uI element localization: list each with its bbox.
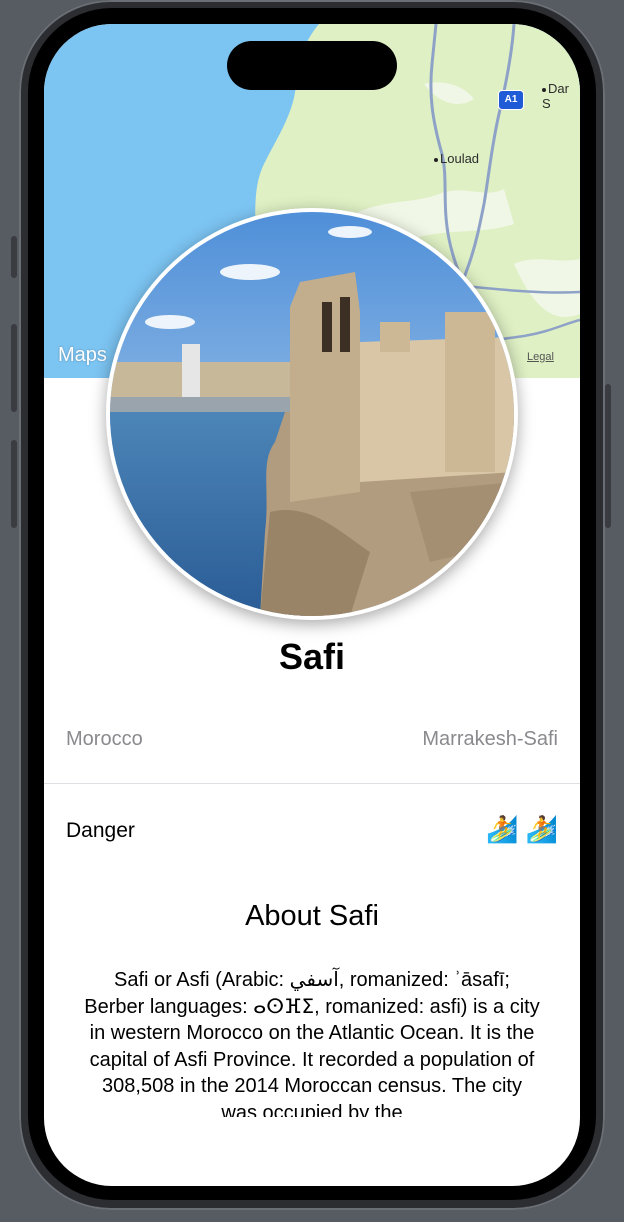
map-label-dar: Dar S [542, 81, 569, 111]
surfer-icon: 🏄 🏄 [486, 814, 558, 844]
side-button-volume-down [11, 440, 17, 528]
danger-label: Danger [66, 819, 135, 842]
city-photo [106, 208, 518, 620]
map-label-loulad: Loulad [434, 151, 479, 166]
apple-maps-logo: Maps [58, 344, 107, 366]
highway-badge-a1: A1 [498, 90, 524, 110]
city-photo-image [110, 212, 514, 616]
side-button-action [11, 236, 17, 278]
legal-link[interactable]: Legal [527, 351, 554, 363]
side-button-volume-up [11, 324, 17, 412]
region-label: Marrakesh-Safi [422, 728, 558, 750]
country-label: Morocco [66, 728, 143, 750]
about-description[interactable]: Safi or Asfi (Arabic: آسفي, romanized: ʾ… [84, 967, 540, 1117]
dynamic-island [227, 41, 397, 90]
side-button-power [605, 384, 611, 528]
screen: Loulad Dar S A1 Maps Legal Safi Morocco … [44, 24, 580, 1186]
city-title: Safi [278, 636, 346, 677]
divider [44, 783, 580, 784]
about-title: About Safi [245, 900, 379, 932]
